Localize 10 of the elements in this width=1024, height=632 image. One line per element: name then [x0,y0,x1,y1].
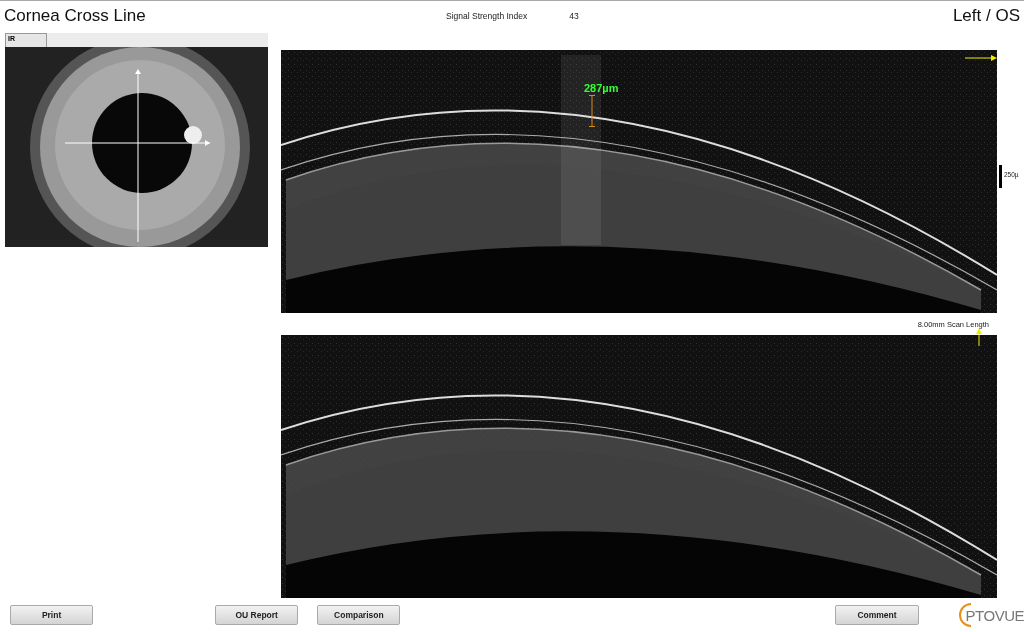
signal-strength-value: 43 [569,10,579,21]
action-button[interactable]: OU Report [215,605,299,625]
eye-label: Left / OS [952,5,1020,26]
report-title: Cornea Cross Line [4,5,147,26]
action-button[interactable]: Comment [835,605,919,625]
logo-text: PTOVUE [965,606,1024,624]
signal-strength-label: Signal Strength Index [446,10,528,21]
thickness-measurement: 287µm [584,82,619,94]
action-button[interactable]: Print [10,605,94,625]
action-button[interactable]: Comparison [317,605,401,625]
